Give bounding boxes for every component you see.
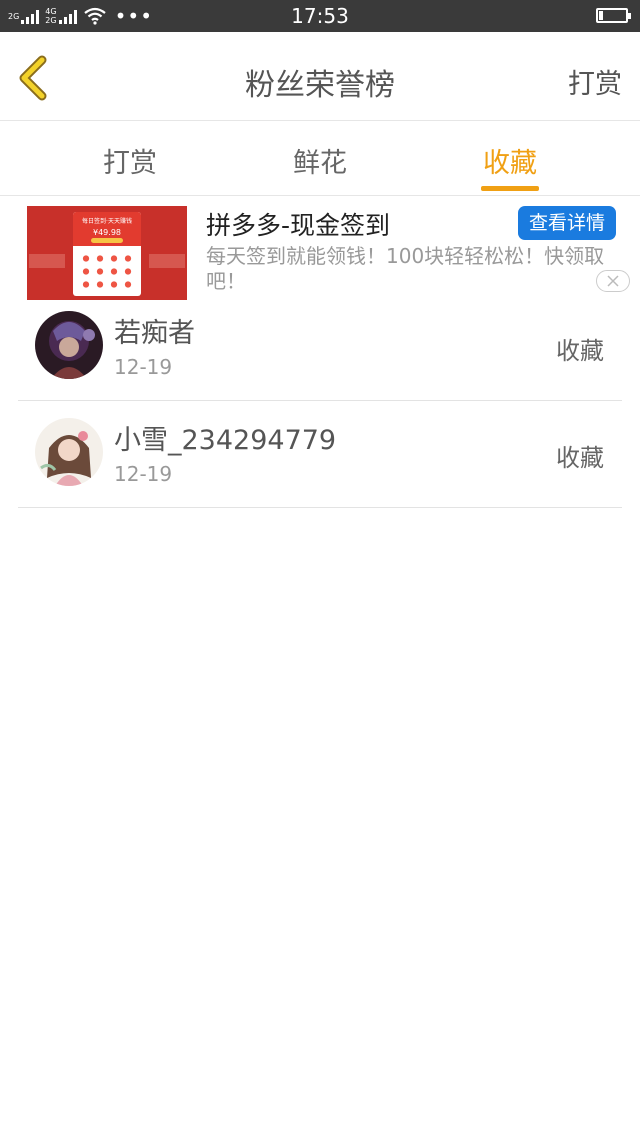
ad-title: 拼多多-现金签到	[206, 211, 391, 240]
entry-type: 收藏	[556, 337, 604, 365]
avatar[interactable]	[35, 311, 103, 379]
ad-image-grid	[79, 252, 135, 292]
entry-date: 12-19	[114, 462, 173, 486]
battery-icon	[596, 8, 631, 23]
ad-image-side-right	[149, 254, 185, 268]
tab-flowers[interactable]: 鲜花	[260, 141, 380, 180]
user-name: 若痴者	[114, 318, 195, 349]
active-tab-indicator	[481, 186, 539, 191]
entry-type: 收藏	[556, 444, 604, 472]
avatar-image	[35, 418, 103, 486]
close-icon	[607, 275, 619, 287]
ad-image-side-left	[29, 254, 65, 268]
avatar-image	[35, 311, 103, 379]
list-item[interactable]: 若痴者 12-19 收藏	[18, 293, 622, 401]
ad-banner[interactable]: 每日签到·天天赚钱 ¥49.98 拼多多-现金签到 每天签到就能领钱！100块轻…	[0, 196, 640, 304]
battery-level	[599, 11, 604, 20]
ad-details-button[interactable]: 查看详情	[518, 206, 616, 240]
entry-date: 12-19	[114, 355, 173, 379]
user-name: 小雪_234294779	[114, 425, 337, 456]
reward-button[interactable]: 打赏	[568, 62, 622, 101]
ad-description: 每天签到就能领钱！100块轻轻松松！快领取吧！	[206, 244, 605, 293]
avatar[interactable]	[35, 418, 103, 486]
ad-image-title: 每日签到·天天赚钱	[82, 218, 132, 225]
tab-bar: 打赏 鲜花 收藏	[0, 121, 640, 196]
ad-image-card: 每日签到·天天赚钱 ¥49.98	[73, 212, 141, 296]
tab-reward[interactable]: 打赏	[70, 141, 190, 180]
ad-image[interactable]: 每日签到·天天赚钱 ¥49.98	[27, 206, 187, 300]
status-bar: 2G 4G 2G ••• 17:53	[0, 0, 640, 32]
tab-favorites[interactable]: 收藏	[450, 141, 570, 180]
page-title: 粉丝荣誉榜	[245, 68, 395, 103]
header: 粉丝荣誉榜 打赏	[0, 32, 640, 121]
status-time: 17:53	[291, 4, 349, 28]
list-item[interactable]: 小雪_234294779 12-19 收藏	[18, 400, 622, 508]
ad-close-button[interactable]	[596, 270, 630, 292]
ad-image-pill	[91, 238, 123, 243]
ad-image-amount: ¥49.98	[93, 228, 121, 237]
